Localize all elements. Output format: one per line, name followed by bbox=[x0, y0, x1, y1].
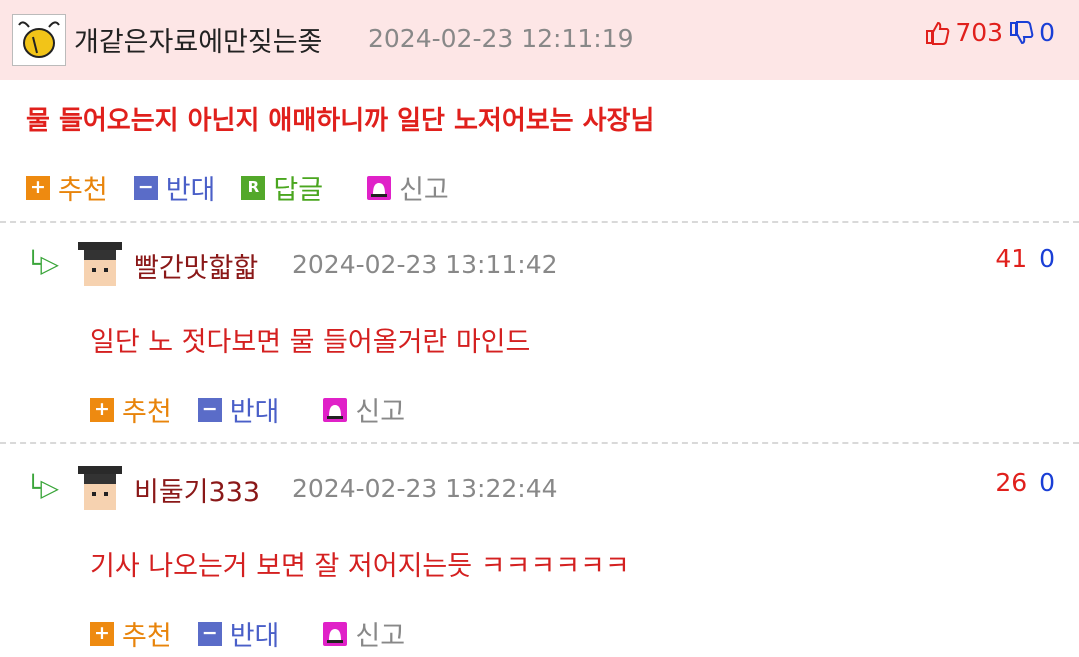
reply-actions: + 추천 − 반대 신고 bbox=[90, 614, 431, 653]
plus-icon: + bbox=[90, 621, 114, 646]
post-downvote-count: 0 bbox=[1039, 18, 1055, 47]
reply-timestamp: 2024-02-23 13:22:44 bbox=[292, 474, 558, 503]
reply-icon: R bbox=[241, 175, 266, 200]
reply-arrow-icon: └▷ bbox=[26, 250, 59, 278]
divider bbox=[0, 221, 1079, 223]
reply-vote-counts: 26 0 bbox=[991, 468, 1055, 497]
recommend-label: 추천 bbox=[122, 621, 172, 652]
recommend-button[interactable]: + 추천 bbox=[90, 614, 172, 653]
reply-text: 일단 노 젓다보면 물 들어올거란 마인드 bbox=[90, 327, 531, 358]
reply-upvote-count[interactable]: 41 bbox=[995, 244, 1027, 273]
graduate-avatar-icon bbox=[78, 242, 122, 286]
post-actions: + 추천 − 반대 R 답글 신고 bbox=[26, 168, 475, 207]
reply-upvote-count[interactable]: 26 bbox=[995, 468, 1027, 497]
user-avatar[interactable] bbox=[74, 460, 126, 512]
recommend-button[interactable]: + 추천 bbox=[90, 390, 172, 429]
report-label: 신고 bbox=[355, 397, 406, 428]
best-comment-text: 물 들어오는지 아닌지 애매하니까 일단 노저어보는 사장님 bbox=[26, 106, 655, 136]
divider bbox=[0, 442, 1079, 444]
thumbs-down-icon[interactable] bbox=[1009, 20, 1035, 46]
user-avatar[interactable] bbox=[12, 14, 66, 66]
report-button[interactable]: 신고 bbox=[323, 390, 405, 429]
thumbs-up-icon[interactable] bbox=[925, 20, 951, 46]
reply-timestamp: 2024-02-23 13:11:42 bbox=[292, 250, 558, 279]
reply-arrow-icon: └▷ bbox=[26, 474, 59, 502]
oppose-label: 반대 bbox=[229, 621, 280, 652]
report-label: 신고 bbox=[399, 175, 449, 206]
reply-label: 답글 bbox=[273, 175, 324, 206]
recommend-label: 추천 bbox=[58, 175, 108, 206]
plus-icon: + bbox=[26, 175, 50, 200]
minus-icon: − bbox=[197, 397, 222, 422]
ribbon-emblem-icon bbox=[18, 21, 60, 58]
reply-button[interactable]: R 답글 bbox=[241, 168, 323, 207]
reply-actions: + 추천 − 반대 신고 bbox=[90, 390, 431, 429]
plus-icon: + bbox=[90, 397, 114, 422]
reply-downvote-count[interactable]: 0 bbox=[1039, 468, 1055, 497]
post-nickname[interactable]: 개같은자료에만짖는좆 bbox=[74, 20, 322, 59]
oppose-button[interactable]: − 반대 bbox=[197, 614, 280, 653]
reply-nickname[interactable]: 비둘기333 bbox=[134, 470, 260, 509]
siren-icon bbox=[323, 397, 348, 422]
reply-vote-counts: 41 0 bbox=[991, 244, 1055, 273]
oppose-button[interactable]: − 반대 bbox=[197, 390, 280, 429]
recommend-label: 추천 bbox=[122, 397, 172, 428]
report-button[interactable]: 신고 bbox=[323, 614, 405, 653]
report-button[interactable]: 신고 bbox=[367, 168, 449, 207]
minus-icon: − bbox=[133, 175, 158, 200]
reply-downvote-count[interactable]: 0 bbox=[1039, 244, 1055, 273]
post-vote-counts: 703 0 bbox=[925, 18, 1055, 47]
oppose-label: 반대 bbox=[229, 397, 280, 428]
minus-icon: − bbox=[197, 621, 222, 646]
recommend-button[interactable]: + 추천 bbox=[26, 168, 108, 207]
post-timestamp: 2024-02-23 12:11:19 bbox=[368, 24, 634, 53]
siren-icon bbox=[323, 621, 348, 646]
oppose-button[interactable]: − 반대 bbox=[133, 168, 216, 207]
oppose-label: 반대 bbox=[165, 175, 216, 206]
user-avatar[interactable] bbox=[74, 236, 126, 288]
reply-text: 기사 나오는거 보면 잘 저어지는듯 ㅋㅋㅋㅋㅋㅋ bbox=[90, 551, 630, 582]
best-comment-header: 개같은자료에만짖는좆 2024-02-23 12:11:19 703 0 bbox=[0, 0, 1079, 80]
graduate-avatar-icon bbox=[78, 466, 122, 510]
post-upvote-count: 703 bbox=[955, 18, 1004, 47]
reply-nickname[interactable]: 빨간맛핣핣 bbox=[134, 246, 258, 285]
report-label: 신고 bbox=[355, 621, 406, 652]
siren-icon bbox=[367, 175, 392, 200]
